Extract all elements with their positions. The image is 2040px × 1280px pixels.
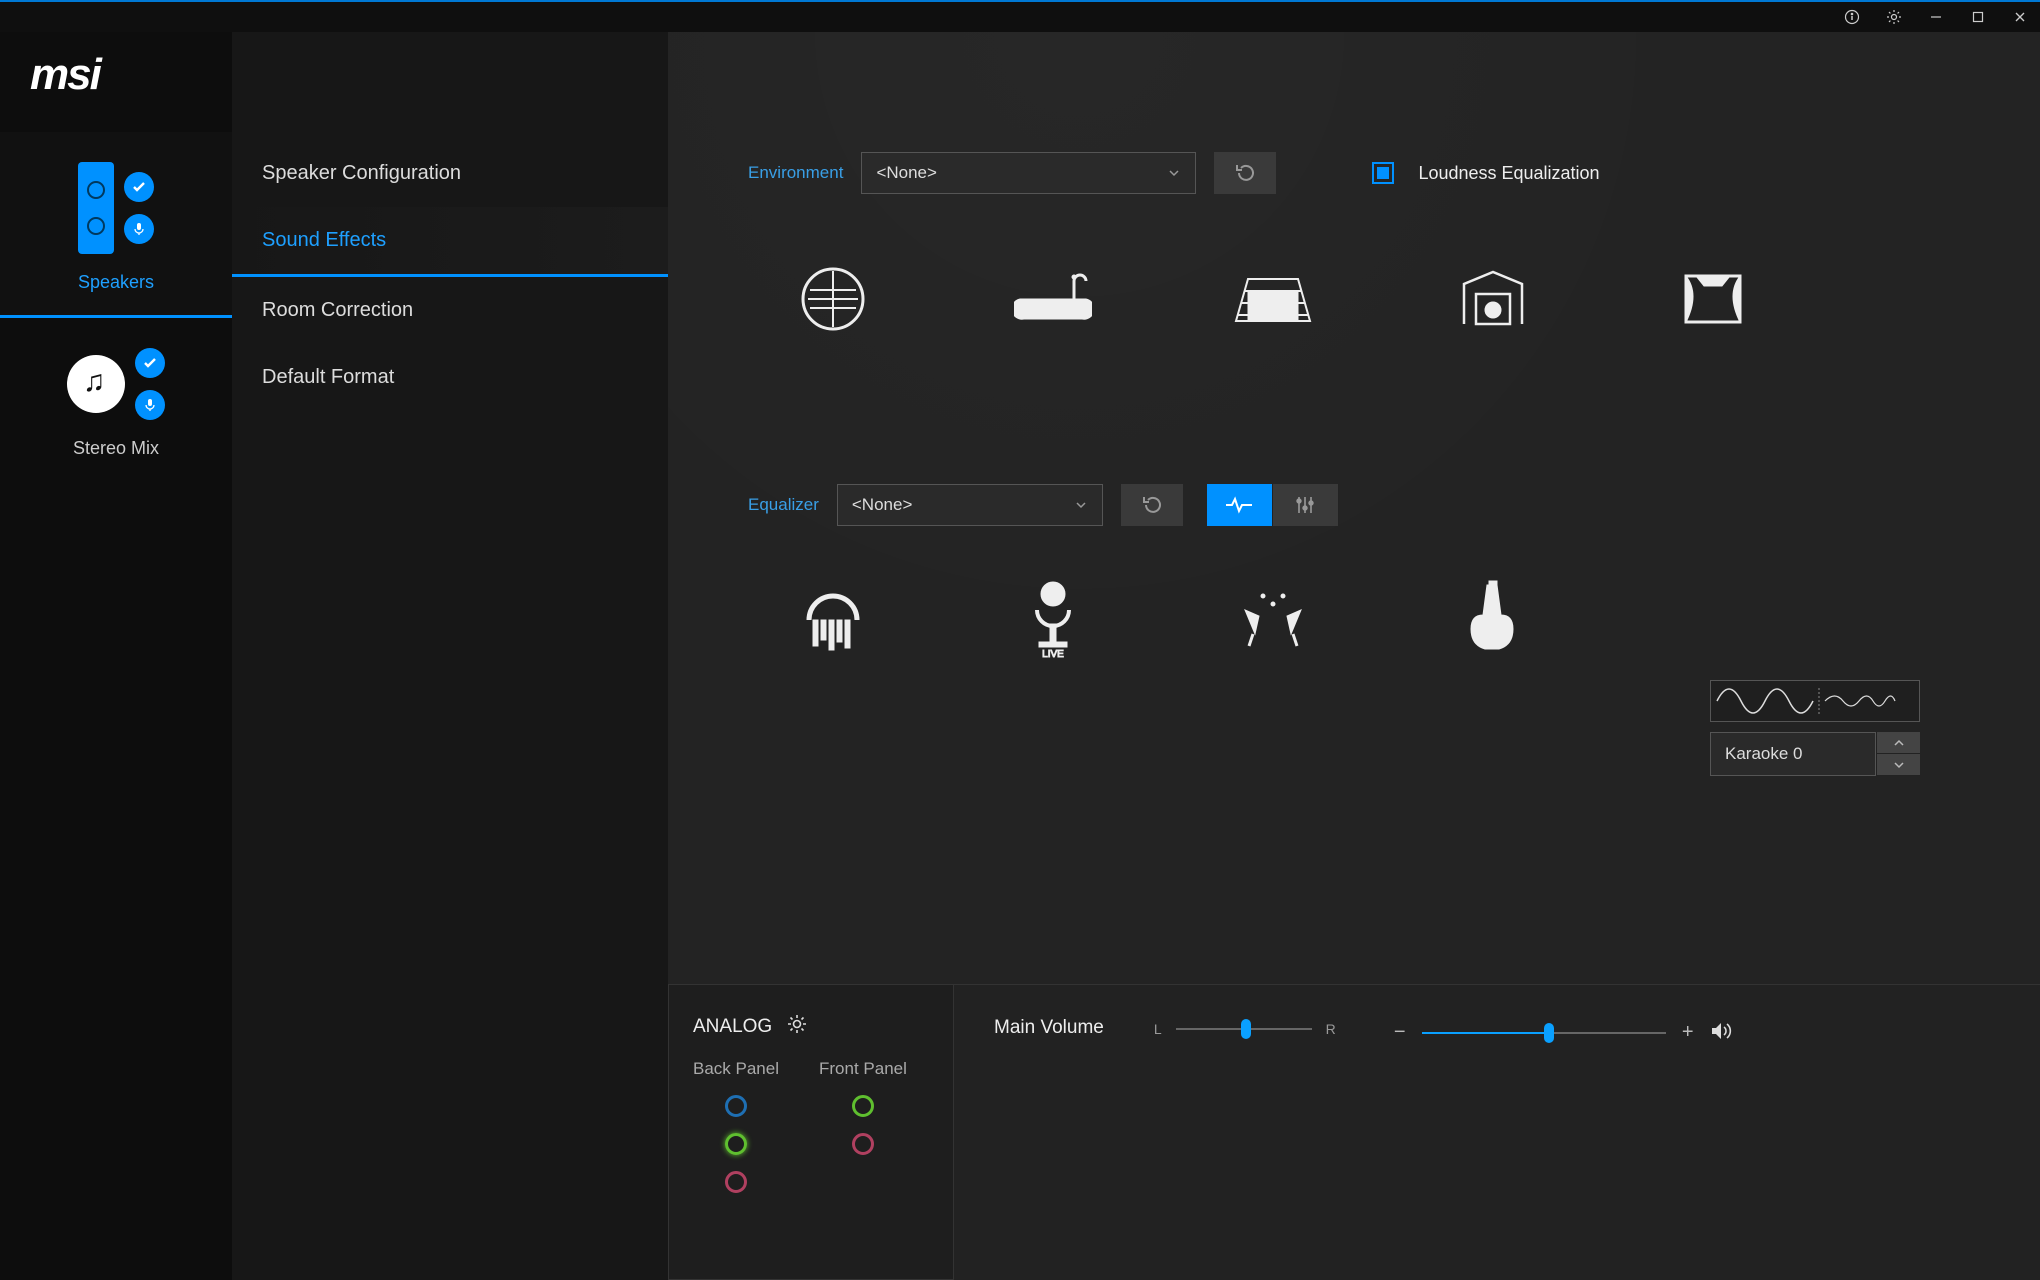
settings-nav: Speaker Configuration Sound Effects Room… bbox=[232, 32, 668, 1280]
eq-preset-pop[interactable] bbox=[788, 574, 878, 664]
port-front-pink[interactable] bbox=[852, 1133, 874, 1155]
device-sidebar: msi Speakers ♫ bbox=[0, 32, 232, 1280]
environment-selected: <None> bbox=[876, 163, 937, 183]
analog-heading: ANALOG bbox=[693, 1016, 772, 1038]
environment-dropdown[interactable]: <None> bbox=[861, 152, 1196, 194]
device-stereo-mix[interactable]: ♫ Stereo Mix bbox=[0, 318, 232, 481]
balance-slider[interactable]: L R bbox=[1154, 1021, 1336, 1037]
equalizer-presets: LIVE bbox=[788, 574, 1980, 664]
env-preset-sewer-pipe[interactable] bbox=[788, 254, 878, 344]
karaoke-step-down[interactable] bbox=[1876, 754, 1920, 776]
mute-icon[interactable] bbox=[1710, 1021, 1732, 1044]
port-front-green[interactable] bbox=[852, 1095, 874, 1117]
nav-default-format[interactable]: Default Format bbox=[232, 344, 668, 411]
port-back-blue[interactable] bbox=[725, 1095, 747, 1117]
environment-row: Environment <None> Loudness Equalization bbox=[748, 152, 1980, 194]
nav-room-correction[interactable]: Room Correction bbox=[232, 277, 668, 344]
port-back-pink[interactable] bbox=[725, 1171, 747, 1193]
svg-text:LIVE: LIVE bbox=[1042, 649, 1064, 658]
equalizer-reset-button[interactable] bbox=[1121, 484, 1183, 526]
balance-l-label: L bbox=[1154, 1021, 1162, 1037]
device-mic-badge[interactable] bbox=[135, 390, 165, 420]
device-speakers[interactable]: Speakers bbox=[0, 132, 232, 318]
balance-r-label: R bbox=[1326, 1021, 1336, 1037]
device-mic-badge[interactable] bbox=[124, 214, 154, 244]
analog-panel: ANALOG Back Panel Front Panel bbox=[668, 984, 954, 1280]
brand-logo: msi bbox=[0, 50, 232, 132]
device-default-badge[interactable] bbox=[135, 348, 165, 378]
karaoke-panel: Karaoke 0 bbox=[1710, 680, 1920, 776]
loudness-checkbox[interactable] bbox=[1372, 162, 1394, 184]
maximize-button[interactable] bbox=[1966, 5, 1990, 29]
equalizer-label: Equalizer bbox=[748, 495, 819, 515]
environment-reset-button[interactable] bbox=[1214, 152, 1276, 194]
settings-icon[interactable] bbox=[1882, 5, 1906, 29]
back-panel-label: Back Panel bbox=[693, 1059, 779, 1079]
info-icon[interactable] bbox=[1840, 5, 1864, 29]
main-volume-slider[interactable]: − .track.fill::before{width:50%;} + bbox=[1392, 1021, 1732, 1044]
equalizer-row: Equalizer <None> bbox=[748, 484, 1980, 526]
device-label: Speakers bbox=[78, 272, 154, 293]
environment-label: Environment bbox=[748, 163, 843, 183]
front-panel-label: Front Panel bbox=[819, 1059, 907, 1079]
stereo-mix-icon: ♫ bbox=[67, 355, 125, 413]
env-preset-auditorium[interactable] bbox=[1668, 254, 1758, 344]
env-preset-hangar[interactable] bbox=[1448, 254, 1538, 344]
karaoke-step-up[interactable] bbox=[1876, 732, 1920, 754]
port-back-green[interactable] bbox=[725, 1133, 747, 1155]
eq-preset-live[interactable]: LIVE bbox=[1008, 574, 1098, 664]
volume-decrease-button[interactable]: − bbox=[1392, 1021, 1408, 1044]
main-volume-panel: Main Volume L R − .track.fill::before{wi… bbox=[954, 984, 2040, 1280]
equalizer-dropdown[interactable]: <None> bbox=[837, 484, 1103, 526]
karaoke-value: Karaoke 0 bbox=[1725, 744, 1803, 764]
eq-mode-sliders-button[interactable] bbox=[1273, 484, 1339, 526]
volume-increase-button[interactable]: + bbox=[1680, 1021, 1696, 1044]
loudness-label: Loudness Equalization bbox=[1418, 163, 1599, 184]
karaoke-dropdown[interactable]: Karaoke 0 bbox=[1710, 732, 1876, 776]
title-bar bbox=[0, 0, 2040, 32]
voice-cancel-waveform bbox=[1710, 680, 1920, 722]
main-panel: Environment <None> Loudness Equalization bbox=[668, 32, 2040, 1280]
main-volume-label: Main Volume bbox=[994, 1017, 1104, 1039]
env-preset-bathroom[interactable] bbox=[1008, 254, 1098, 344]
eq-preset-rock[interactable] bbox=[1448, 574, 1538, 664]
device-label: Stereo Mix bbox=[73, 438, 159, 459]
eq-mode-graphic-button[interactable] bbox=[1207, 484, 1273, 526]
env-preset-arena[interactable] bbox=[1228, 254, 1318, 344]
nav-speaker-configuration[interactable]: Speaker Configuration bbox=[232, 140, 668, 207]
environment-presets bbox=[788, 254, 1980, 344]
device-default-badge[interactable] bbox=[124, 172, 154, 202]
analog-settings-icon[interactable] bbox=[786, 1013, 808, 1041]
minimize-button[interactable] bbox=[1924, 5, 1948, 29]
speaker-icon bbox=[78, 162, 114, 254]
nav-sound-effects[interactable]: Sound Effects bbox=[232, 207, 668, 277]
close-button[interactable] bbox=[2008, 5, 2032, 29]
eq-preset-club[interactable] bbox=[1228, 574, 1318, 664]
bottom-panel: ANALOG Back Panel Front Panel bbox=[668, 984, 2040, 1280]
equalizer-selected: <None> bbox=[852, 495, 913, 515]
